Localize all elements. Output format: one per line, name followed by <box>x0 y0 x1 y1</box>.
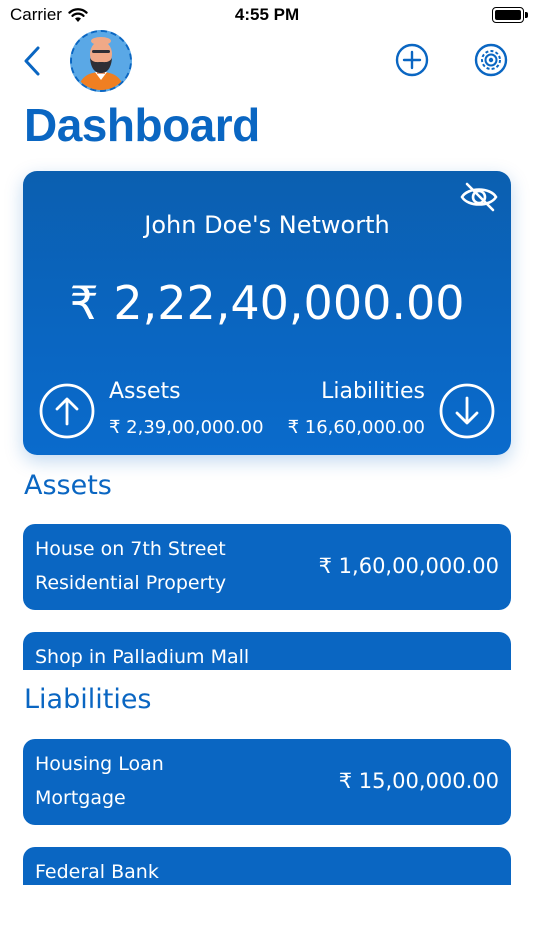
asset-type: Residential Property <box>35 572 227 594</box>
liability-name: Federal Bank <box>35 861 159 883</box>
networth-value: ₹ 2,22,40,000.00 <box>69 276 465 330</box>
asset-row[interactable]: Shop in Palladium Mall <box>23 632 511 670</box>
add-circle-icon[interactable] <box>394 42 430 78</box>
liabilities-summary-amount: ₹ 16,60,000.00 <box>287 417 425 438</box>
liability-row[interactable]: Housing Loan Mortgage ₹ 15,00,000.00 <box>23 739 511 825</box>
navigation-bar <box>0 30 534 94</box>
asset-name: House on 7th Street <box>35 538 226 560</box>
arrow-down-circle-icon <box>439 383 495 439</box>
profile-avatar[interactable] <box>70 30 132 92</box>
battery-icon <box>492 7 528 23</box>
networth-card: John Doe's Networth ₹ 2,22,40,000.00 Ass… <box>23 171 511 455</box>
assets-summary-amount: ₹ 2,39,00,000.00 <box>109 417 264 438</box>
settings-gear-icon[interactable] <box>473 42 509 78</box>
eye-slash-icon[interactable] <box>459 181 499 213</box>
asset-value: ₹ 1,60,00,000.00 <box>318 554 499 578</box>
liabilities-heading: Liabilities <box>24 684 152 715</box>
status-bar: Carrier 4:55 PM <box>0 0 534 30</box>
assets-summary-label: Assets <box>109 379 181 404</box>
liability-row[interactable]: Federal Bank <box>23 847 511 885</box>
asset-row[interactable]: House on 7th Street Residential Property… <box>23 524 511 610</box>
arrow-up-circle-icon <box>39 383 95 439</box>
assets-heading: Assets <box>24 470 112 501</box>
status-time: 4:55 PM <box>234 5 300 24</box>
person-avatar-icon <box>72 32 130 90</box>
page-title: Dashboard <box>24 99 260 151</box>
asset-name: Shop in Palladium Mall <box>35 646 250 668</box>
back-chevron-icon[interactable] <box>18 44 48 78</box>
liability-type: Mortgage <box>35 787 126 809</box>
liability-value: ₹ 15,00,000.00 <box>338 769 499 793</box>
liabilities-summary-label: Liabilities <box>321 379 425 404</box>
liability-name: Housing Loan <box>35 753 164 775</box>
networth-title: John Doe's Networth <box>144 211 390 239</box>
